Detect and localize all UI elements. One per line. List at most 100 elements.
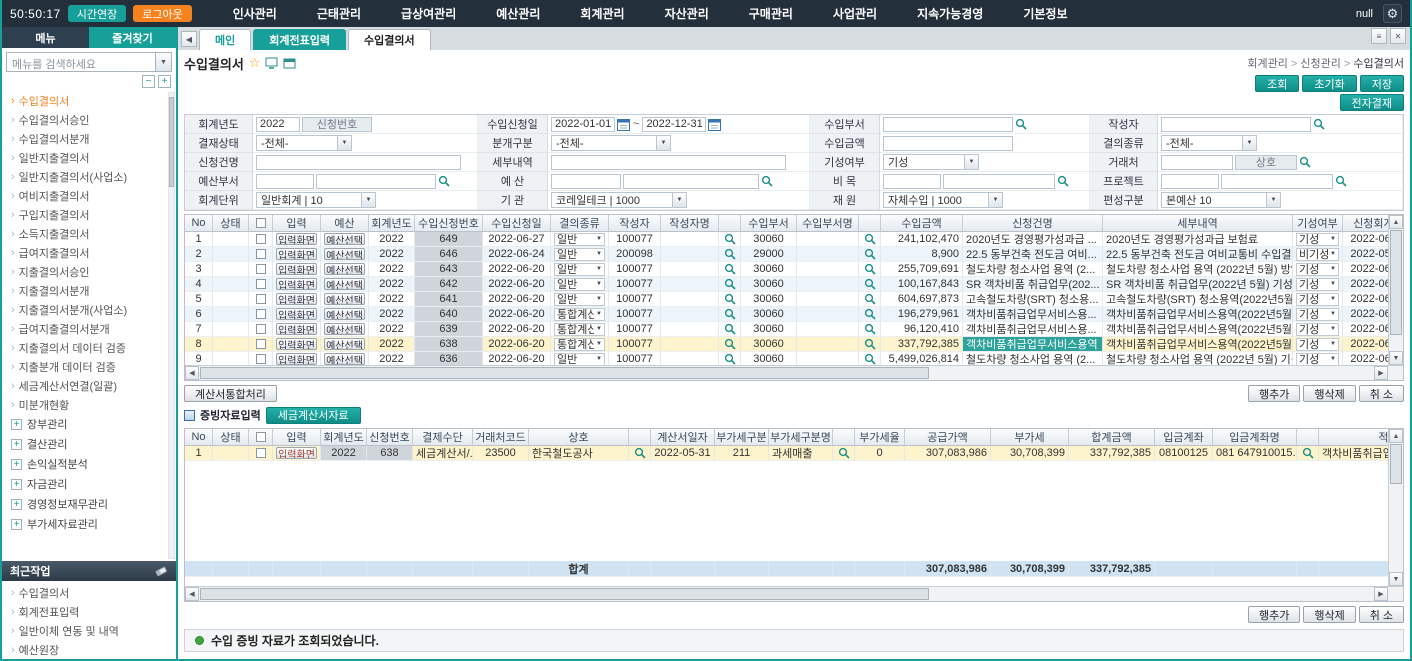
- column-header[interactable]: 부가세구분: [715, 429, 769, 446]
- select-budget-button[interactable]: 예산선택: [321, 262, 369, 277]
- filter-select[interactable]: -전체-▼: [551, 135, 671, 151]
- column-header[interactable]: 합계금액: [1069, 429, 1155, 446]
- row-checkbox[interactable]: [249, 337, 273, 352]
- select-budget-button[interactable]: 예산선택: [321, 247, 369, 262]
- column-header[interactable]: 부가세구분명: [769, 429, 833, 446]
- sidebar-item[interactable]: ›여비지출결의서: [11, 186, 164, 205]
- scrollbar-thumb[interactable]: [200, 367, 929, 379]
- tax-invoice-data-button[interactable]: 세금계산서자료: [266, 407, 361, 424]
- filter-select[interactable]: 기성▼: [883, 154, 979, 170]
- row-action-button[interactable]: 행추가: [1248, 606, 1300, 623]
- top-menu-item[interactable]: 예산관리: [496, 5, 540, 22]
- horizontal-scrollbar[interactable]: ◀ ▶: [185, 586, 1403, 601]
- date-input[interactable]: [642, 117, 706, 132]
- column-header[interactable]: 세부내역: [1103, 215, 1293, 232]
- search-icon[interactable]: [1335, 175, 1347, 187]
- column-header[interactable]: 부가세율: [855, 429, 905, 446]
- sidebar-item[interactable]: ›세금계산서연결(일괄): [11, 376, 164, 395]
- column-header[interactable]: 신청건명: [963, 215, 1103, 232]
- search-icon[interactable]: [859, 307, 881, 322]
- filter-input[interactable]: [256, 155, 461, 170]
- search-icon[interactable]: [859, 262, 881, 277]
- row-checkbox[interactable]: [249, 352, 273, 365]
- prev-tab-icon[interactable]: ◀: [181, 31, 197, 47]
- scroll-right-icon[interactable]: ▶: [1374, 587, 1388, 601]
- sidebar-group[interactable]: +경영정보재무관리: [11, 494, 164, 514]
- logout-button[interactable]: 로그아웃: [133, 5, 191, 22]
- row-checkbox[interactable]: [249, 247, 273, 262]
- column-header[interactable]: 결의종류: [551, 215, 609, 232]
- column-header[interactable]: 작성자명: [661, 215, 719, 232]
- table-row[interactable]: 2입력화면예산선택20226462022-06-24일반▼20009829000…: [185, 247, 1388, 262]
- favorite-star-icon[interactable]: ☆: [249, 55, 261, 71]
- filter-input[interactable]: [316, 174, 436, 189]
- capture-icon[interactable]: [265, 57, 278, 69]
- close-icon[interactable]: ✕: [1390, 28, 1406, 44]
- scroll-right-icon[interactable]: ▶: [1374, 366, 1388, 380]
- select-budget-button[interactable]: 예산선택: [321, 322, 369, 337]
- column-header[interactable]: 입력: [273, 215, 321, 232]
- sidebar-item[interactable]: ›일반지출결의서(사업소): [11, 167, 164, 186]
- open-input-screen-button[interactable]: 입력화면: [273, 277, 321, 292]
- column-header[interactable]: [1297, 429, 1319, 446]
- filter-input[interactable]: [256, 174, 314, 189]
- cell-doctype[interactable]: 일반▼: [551, 262, 609, 277]
- filter-select[interactable]: 코레일테크 | 1000▼: [551, 192, 687, 208]
- search-icon[interactable]: [859, 277, 881, 292]
- column-header[interactable]: 기성여부: [1293, 215, 1343, 232]
- column-header[interactable]: [629, 429, 651, 446]
- table-row[interactable]: 8입력화면예산선택20226382022-06-20통합계산서▼10007730…: [185, 337, 1388, 352]
- open-input-screen-button[interactable]: 입력화면: [273, 322, 321, 337]
- vertical-scrollbar[interactable]: ▲ ▼: [1388, 429, 1403, 586]
- collapse-all-icon[interactable]: −: [142, 75, 155, 88]
- chevron-down-icon[interactable]: ▼: [155, 53, 171, 71]
- open-input-screen-button[interactable]: 입력화면: [273, 446, 321, 461]
- search-icon[interactable]: [438, 175, 450, 187]
- search-icon[interactable]: [719, 232, 741, 247]
- column-header[interactable]: 신청회계일: [1343, 215, 1388, 232]
- open-input-screen-button[interactable]: 입력화면: [273, 307, 321, 322]
- row-action-button[interactable]: 취 소: [1359, 385, 1404, 402]
- table-row[interactable]: 5입력화면예산선택20226412022-06-20일반▼10007730060…: [185, 292, 1388, 307]
- filter-input[interactable]: [623, 174, 759, 189]
- search-icon[interactable]: [833, 446, 855, 461]
- column-header[interactable]: 수입부서: [741, 215, 797, 232]
- sidebar-item[interactable]: ›지출분개 데이터 검증: [11, 357, 164, 376]
- tab-item[interactable]: 메인: [199, 29, 251, 50]
- search-icon[interactable]: [859, 322, 881, 337]
- column-header[interactable]: 적요: [1319, 429, 1388, 446]
- menu-search-combobox[interactable]: 메뉴를 검색하세요 ▼: [6, 52, 172, 72]
- recent-item[interactable]: ›수입결의서: [11, 583, 176, 602]
- filter-select[interactable]: -전체-▼: [256, 135, 352, 151]
- column-header[interactable]: [719, 215, 741, 232]
- open-input-screen-button[interactable]: 입력화면: [273, 262, 321, 277]
- row-checkbox[interactable]: [249, 262, 273, 277]
- cell-doctype[interactable]: 통합계산서▼: [551, 322, 609, 337]
- invoice-merge-button[interactable]: 계산서통합처리: [184, 385, 277, 402]
- sidebar-item[interactable]: ›수입결의서분개: [11, 129, 164, 148]
- select-budget-button[interactable]: 예산선택: [321, 292, 369, 307]
- column-header[interactable]: [249, 215, 273, 232]
- cell-doctype[interactable]: 일반▼: [551, 247, 609, 262]
- new-window-icon[interactable]: [283, 57, 296, 69]
- open-input-screen-button[interactable]: 입력화면: [273, 232, 321, 247]
- cell-done[interactable]: 기성▼: [1293, 322, 1343, 337]
- table-row[interactable]: 4입력화면예산선택20226422022-06-20일반▼10007730060…: [185, 277, 1388, 292]
- tab-current[interactable]: 수입결의서: [348, 29, 431, 50]
- filter-input[interactable]: [1221, 174, 1333, 189]
- sidebar-group[interactable]: +손익실적분석: [11, 454, 164, 474]
- row-checkbox[interactable]: [249, 277, 273, 292]
- table-row[interactable]: 9입력화면예산선택20226362022-06-20일반▼10007730060…: [185, 352, 1388, 365]
- table-row[interactable]: 1입력화면예산선택20226492022-06-27일반▼10007730060…: [185, 232, 1388, 247]
- filter-input[interactable]: [551, 174, 621, 189]
- cell-doctype[interactable]: 일반▼: [551, 232, 609, 247]
- cell-done[interactable]: 기성▼: [1293, 337, 1343, 352]
- column-header[interactable]: 수입금액: [881, 215, 963, 232]
- extend-time-button[interactable]: 시간연장: [68, 5, 126, 22]
- search-icon[interactable]: [629, 446, 651, 461]
- search-icon[interactable]: [1297, 446, 1319, 461]
- search-icon[interactable]: [859, 337, 881, 352]
- scroll-down-icon[interactable]: ▼: [1389, 572, 1403, 586]
- cell-doctype[interactable]: 통합계산서▼: [551, 337, 609, 352]
- breadcrumb-item[interactable]: 신청관리: [1300, 58, 1340, 70]
